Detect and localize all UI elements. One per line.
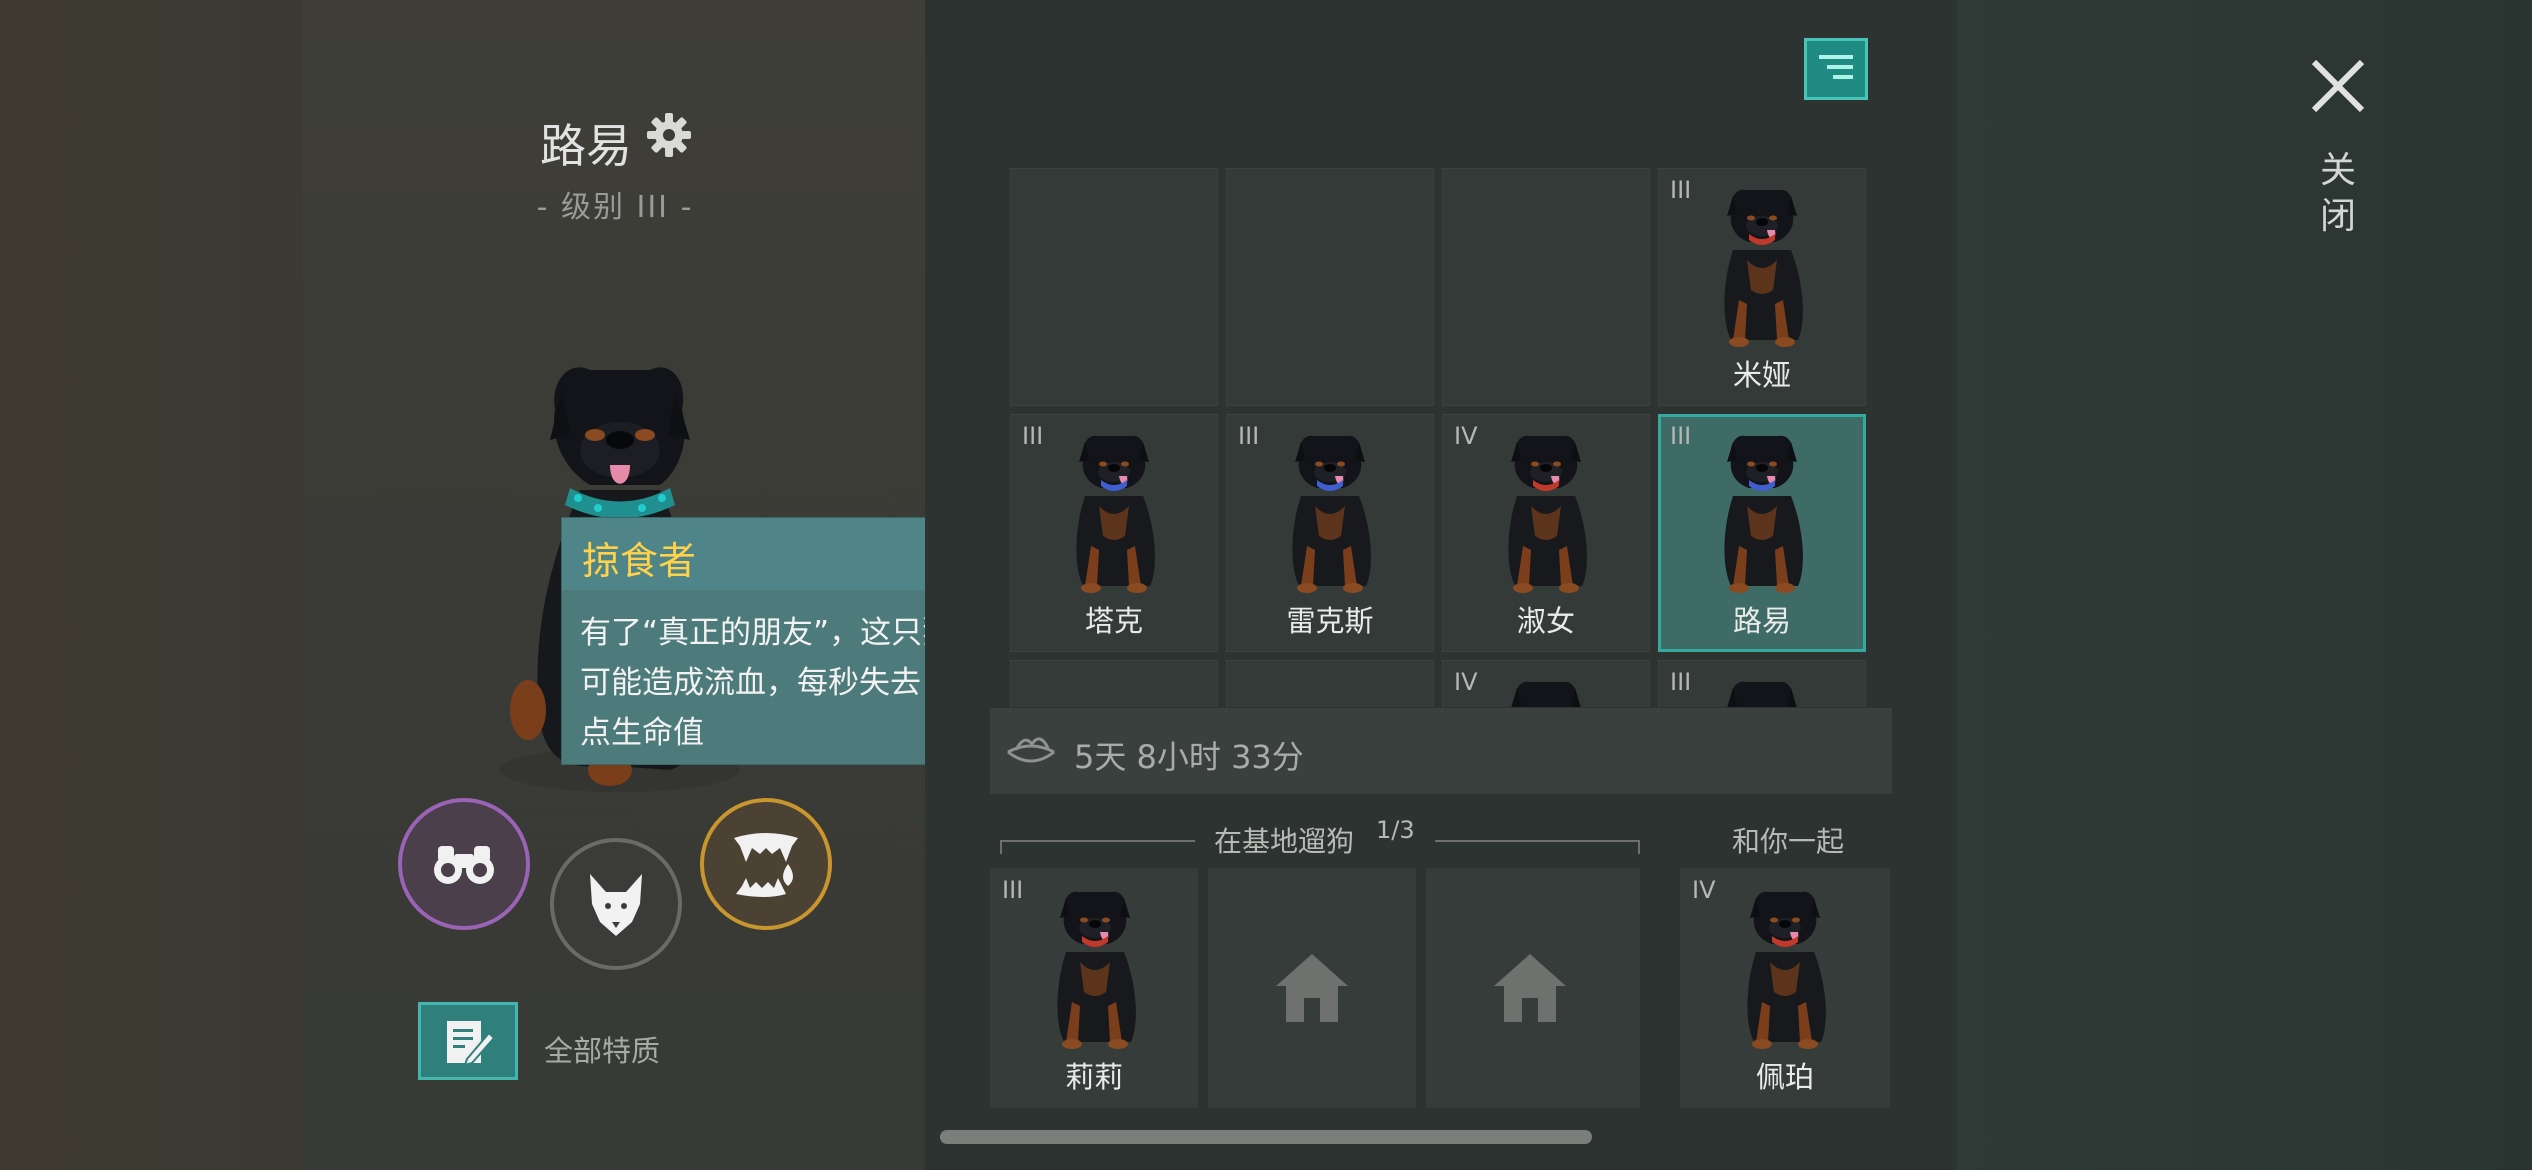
dog-cell-name: 雷克斯 — [1286, 604, 1374, 638]
dog-icon — [1747, 891, 1826, 1049]
food-timer-bar: 5天 8小时 33分 — [990, 708, 1892, 794]
dog-cell[interactable]: III 塔克 — [1010, 414, 1218, 652]
dog-cell-name: 米娅 — [1732, 358, 1791, 392]
perk-wolf-button[interactable] — [550, 838, 682, 970]
menu-icon — [1819, 55, 1853, 79]
dog-cell-tier: III — [1670, 668, 1692, 696]
dog-cell[interactable]: III 米娅 — [1658, 168, 1866, 406]
dog-icon — [1508, 435, 1587, 593]
home-icon — [1276, 954, 1348, 1022]
dog-cell-partial[interactable]: III — [1658, 660, 1866, 707]
dog-cell-tier: III — [1238, 422, 1260, 450]
walk-count: 1/3 — [1376, 816, 1415, 844]
dog-cell-name: 莉莉 — [1064, 1060, 1123, 1094]
dog-icon — [1508, 681, 1587, 707]
horizontal-scrollbar[interactable] — [940, 1130, 1592, 1144]
perk-binoculars-button[interactable] — [398, 798, 530, 930]
dog-cell-tier: IV — [1454, 422, 1478, 450]
divider — [1000, 840, 1195, 854]
companion-slot[interactable]: IV 佩珀 — [1680, 868, 1890, 1108]
dog-cell-partial[interactable] — [1226, 660, 1434, 707]
all-traits-label: 全部特质 — [544, 1034, 661, 1068]
dog-cell-tier: IV — [1692, 876, 1716, 904]
dog-cell-partial[interactable] — [1010, 660, 1218, 707]
notes-edit-icon — [447, 1021, 495, 1065]
walk-slot-empty[interactable] — [1426, 868, 1640, 1108]
walk-slot[interactable]: III 莉莉 — [990, 868, 1198, 1108]
tooltip-title: 掠食者 — [582, 539, 697, 583]
dog-cell-empty — [1226, 168, 1434, 406]
dog-grid: 雷鸣 巴迪 III 米娅 III 塔克 III 雷克斯 IV 淑女 III 路易… — [1010, 122, 1872, 707]
dog-cell-selected[interactable]: III 路易 — [1658, 414, 1866, 652]
dog-icon — [1724, 435, 1803, 593]
walk-section-title: 在基地遛狗 — [1214, 825, 1355, 858]
dog-cell-tier: III — [1670, 422, 1692, 450]
dog-bowl-icon — [1007, 737, 1055, 763]
dog-name: 路易 — [540, 119, 632, 173]
sort-menu-button[interactable] — [1804, 38, 1868, 100]
dog-cell-name: 塔克 — [1084, 604, 1143, 638]
all-traits-button[interactable] — [418, 1002, 518, 1080]
wolf-head-icon — [590, 874, 642, 936]
walk-section-header: 在基地遛狗 1/3 — [1000, 816, 1640, 860]
dog-level: - 级别 III - — [536, 190, 694, 225]
dog-cell-empty — [1442, 168, 1650, 406]
dog-cell-name: 淑女 — [1516, 604, 1575, 638]
dog-cell-tier: III — [1022, 422, 1044, 450]
close-icon[interactable] — [2306, 54, 2370, 118]
dog-icon — [1724, 189, 1803, 347]
dog-icon — [1057, 891, 1136, 1049]
dog-cell-tier: III — [1002, 876, 1024, 904]
close-label[interactable]: 关闭 — [2316, 148, 2360, 240]
walk-slot-empty[interactable] — [1208, 868, 1416, 1108]
dog-icon — [1292, 435, 1371, 593]
dog-cell[interactable]: IV 淑女 — [1442, 414, 1650, 652]
perk-predator-button[interactable] — [700, 798, 832, 930]
dog-cell-name: 佩珀 — [1755, 1060, 1814, 1094]
dog-icon — [1076, 435, 1155, 593]
dog-cell-empty — [1010, 168, 1218, 406]
food-time-remaining: 5天 8小时 33分 — [1074, 738, 1304, 776]
dog-cell-tier: III — [1670, 176, 1692, 204]
divider — [1435, 840, 1640, 854]
dog-cell-name: 路易 — [1732, 604, 1791, 638]
dog-icon — [1724, 681, 1803, 707]
dog-cell[interactable]: III 雷克斯 — [1226, 414, 1434, 652]
with-you-header: 和你一起 — [1731, 825, 1844, 858]
gear-icon[interactable] — [645, 111, 693, 159]
dog-cell-partial[interactable]: IV — [1442, 660, 1650, 707]
fangs-blood-icon — [734, 833, 798, 897]
binoculars-icon — [434, 846, 494, 884]
home-icon — [1494, 954, 1566, 1022]
dog-cell-tier: IV — [1454, 668, 1478, 696]
